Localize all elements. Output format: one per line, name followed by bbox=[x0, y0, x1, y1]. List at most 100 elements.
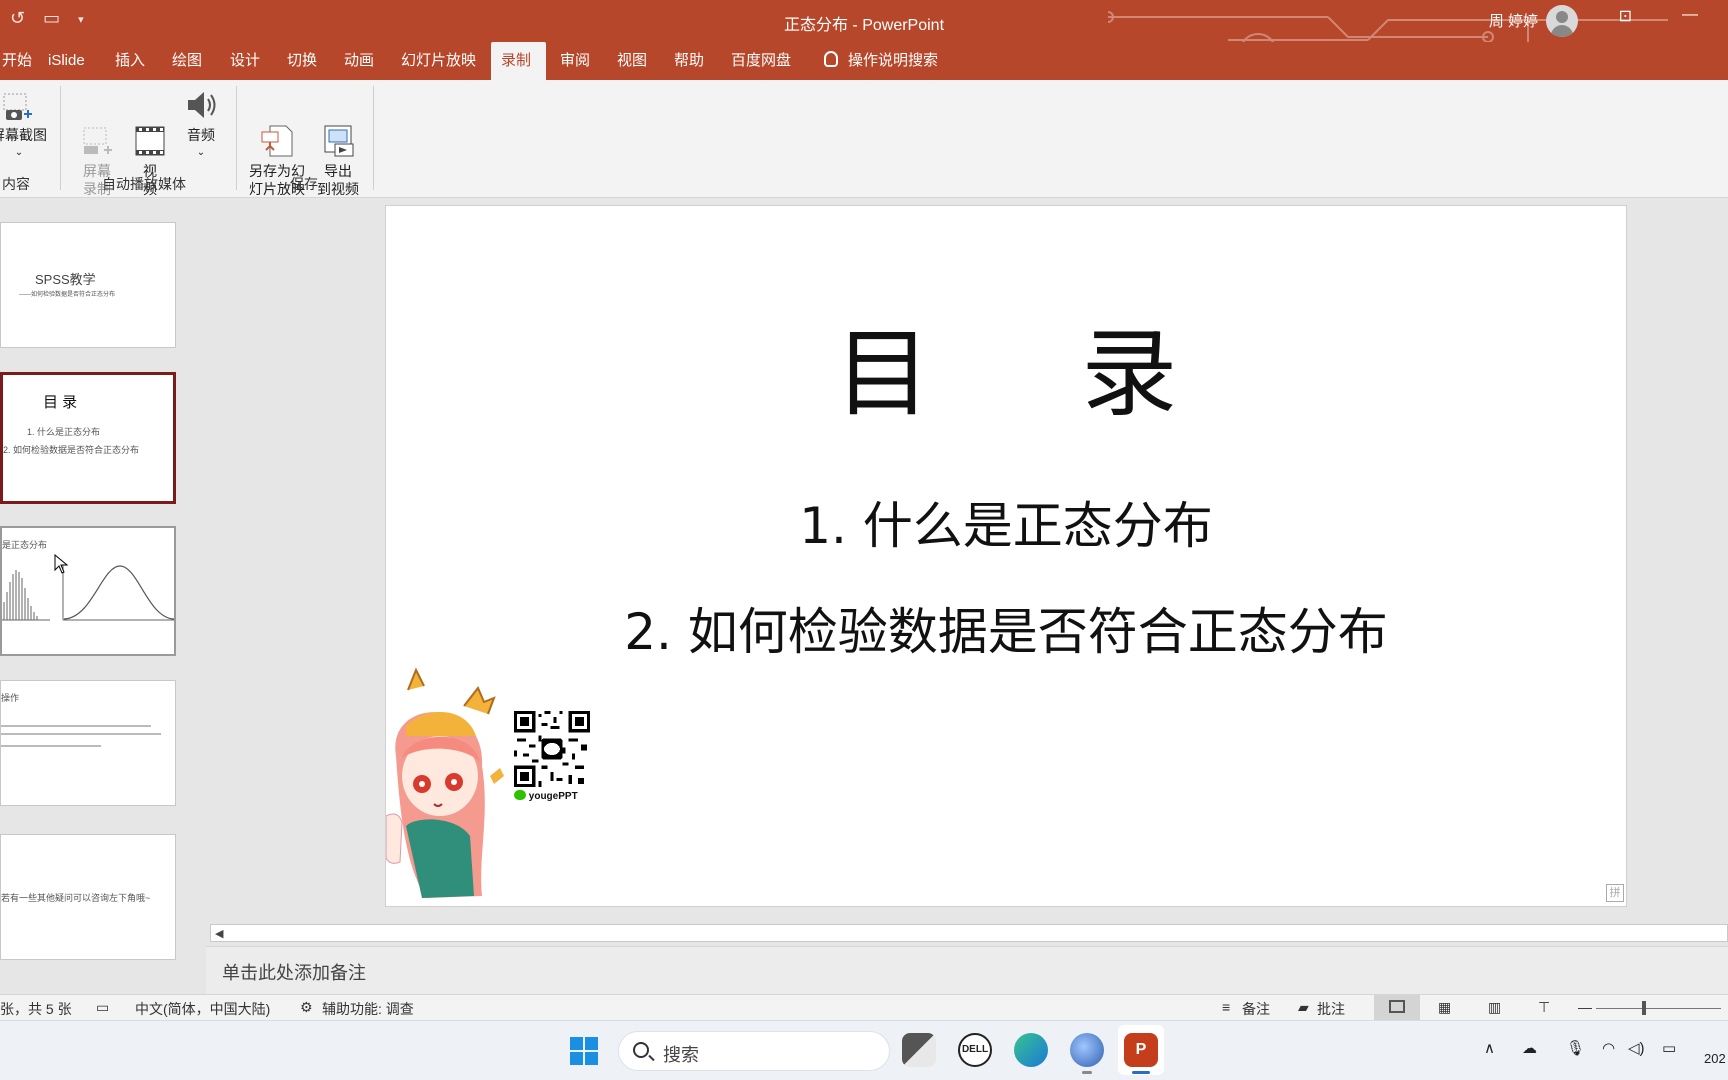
powerpoint-icon[interactable]: P bbox=[1124, 1033, 1158, 1067]
thumb-1-title: SPSS教学 bbox=[35, 272, 96, 287]
group-content-label: 内容 bbox=[2, 176, 30, 192]
tab-home[interactable]: 开始 bbox=[0, 42, 42, 80]
onedrive-cloud-icon[interactable]: ☁ bbox=[1522, 1039, 1537, 1057]
zoom-slider[interactable] bbox=[1596, 1008, 1721, 1009]
slideshow-view-icon[interactable]: ⊤ bbox=[1538, 999, 1550, 1016]
scroll-left-icon[interactable]: ◀ bbox=[215, 927, 223, 940]
thumb-2-title: 目 录 bbox=[43, 394, 78, 411]
slide-thumbnail-2[interactable]: 目 录 1. 什么是正态分布 2. 如何检验数据是否符合正态分布 bbox=[0, 372, 176, 504]
export-video-label: 导出 到视频 bbox=[317, 163, 359, 197]
volume-icon[interactable]: ◁) bbox=[1628, 1039, 1645, 1057]
taskbar-search[interactable]: 搜索 bbox=[618, 1031, 890, 1071]
battery-icon[interactable]: ▭ bbox=[1662, 1039, 1676, 1057]
screen-record-button[interactable]: 屏幕 录制 bbox=[74, 88, 120, 216]
text-line bbox=[1, 733, 161, 735]
ribbon-display-icon[interactable]: ⊡ bbox=[1619, 6, 1632, 26]
screenshot-label: 屏幕截图 bbox=[0, 127, 47, 143]
user-name[interactable]: 周 婷婷 bbox=[1489, 10, 1538, 31]
qr-caption-text: yougePPT bbox=[528, 791, 578, 802]
avatar[interactable] bbox=[1546, 5, 1578, 37]
tab-design[interactable]: 设计 bbox=[220, 42, 270, 80]
wifi-icon[interactable]: ◠ bbox=[1602, 1039, 1615, 1057]
accessibility-status[interactable]: 辅助功能: 调查 bbox=[322, 999, 414, 1019]
notes-icon[interactable]: ≡ bbox=[1222, 999, 1230, 1015]
text-line bbox=[1, 725, 151, 727]
horizontal-scrollbar[interactable]: ◀ bbox=[210, 924, 1728, 942]
status-bar: 张，共 5 张 ▭ 中文(简体，中国大陆) ⚙ 辅助功能: 调查 ≡ 备注 ▰ … bbox=[0, 994, 1728, 1020]
cartoon-girl-illustration bbox=[386, 667, 504, 898]
group-save-label: 保存 bbox=[290, 176, 318, 192]
zoom-slider-thumb[interactable] bbox=[1642, 1001, 1646, 1015]
normal-curve-preview bbox=[2, 564, 174, 621]
tab-insert[interactable]: 插入 bbox=[105, 42, 155, 80]
video-button[interactable]: 视 频 bbox=[130, 88, 170, 216]
camera-icon bbox=[2, 88, 36, 122]
comment-icon[interactable]: ▰ bbox=[1298, 999, 1309, 1016]
text-line bbox=[1, 745, 101, 747]
tab-review[interactable]: 审阅 bbox=[550, 42, 600, 80]
reading-view-icon[interactable]: ▥ bbox=[1488, 999, 1501, 1016]
edge-browser-icon[interactable] bbox=[1014, 1033, 1048, 1067]
windows-start-icon[interactable] bbox=[570, 1037, 598, 1065]
ribbon: 屏幕截图 ⌄ 内容 屏幕 录制 视 频 音频 ⌄ 自动播放媒体 另存为幻 灯片放… bbox=[0, 80, 1728, 198]
export-video-button[interactable]: 导出 到视频 bbox=[314, 88, 362, 216]
slide-thumbnail-5[interactable]: 若有一些其他疑问可以咨询左下角哦~ bbox=[0, 834, 176, 960]
spellcheck-icon[interactable]: ▭ bbox=[96, 999, 109, 1016]
slide-sorter-icon[interactable]: ▦ bbox=[1438, 999, 1451, 1016]
chevron-down-icon: ⌄ bbox=[14, 147, 24, 158]
task-view-icon[interactable] bbox=[902, 1033, 936, 1067]
slide-thumbnail-pane: SPSS教学 ——如何检验数据是否符合正态分布 目 录 1. 什么是正态分布 2… bbox=[0, 198, 206, 994]
tab-record[interactable]: 录制 bbox=[491, 42, 546, 80]
minimize-icon[interactable]: — bbox=[1682, 6, 1698, 24]
speaker-icon bbox=[184, 88, 218, 122]
accessibility-icon[interactable]: ⚙ bbox=[300, 999, 313, 1016]
microphone-icon[interactable]: 🎙 bbox=[1566, 1039, 1585, 1057]
notes-toggle[interactable]: 备注 bbox=[1242, 999, 1270, 1019]
screenshot-button[interactable]: 屏幕截图 ⌄ bbox=[0, 88, 52, 162]
normal-view-button[interactable] bbox=[1374, 995, 1420, 1020]
slide-thumbnail-3[interactable]: 是正态分布 bbox=[0, 526, 176, 656]
taskbar-clock[interactable]: 202 bbox=[1704, 1051, 1726, 1066]
tab-view[interactable]: 视图 bbox=[607, 42, 657, 80]
notes-pane[interactable]: 单击此处添加备注 bbox=[206, 946, 1728, 994]
thumb-2-item-1: 1. 什么是正态分布 bbox=[27, 427, 101, 437]
tray-chevron-up-icon[interactable]: ∧ bbox=[1484, 1039, 1495, 1057]
slide-title[interactable]: 目 录 bbox=[386, 296, 1626, 435]
slide-thumbnail-4[interactable]: 操作 bbox=[0, 680, 176, 806]
current-slide[interactable]: 目 录 1. 什么是正态分布 2. 如何检验数据是否符合正态分布 yougePP… bbox=[386, 206, 1626, 906]
taskbar-search-placeholder: 搜索 bbox=[663, 1045, 699, 1065]
save-as-show-button[interactable]: 另存为幻 灯片放映 bbox=[244, 88, 310, 216]
slide-item-1[interactable]: 1. 什么是正态分布 bbox=[386, 486, 1626, 558]
tell-me-search[interactable]: 操作说明搜索 bbox=[814, 42, 948, 80]
zoom-out-icon[interactable]: — bbox=[1578, 999, 1592, 1015]
lightbulb-icon bbox=[824, 51, 838, 67]
tab-slideshow[interactable]: 幻灯片放映 bbox=[391, 42, 486, 80]
comments-toggle[interactable]: 批注 bbox=[1317, 999, 1345, 1019]
mouse-cursor-icon bbox=[54, 554, 68, 574]
qr-caption: yougePPT bbox=[514, 790, 578, 802]
document-title: 正态分布 - PowerPoint bbox=[783, 17, 945, 34]
tab-baidu-netdisk[interactable]: 百度网盘 bbox=[721, 42, 801, 80]
normal-view-icon bbox=[1389, 1000, 1405, 1013]
save-as-show-icon bbox=[260, 106, 294, 157]
group-media-label: 自动播放媒体 bbox=[102, 176, 186, 192]
tab-animations[interactable]: 动画 bbox=[334, 42, 384, 80]
ime-pinyin-icon[interactable]: 拼 bbox=[1606, 884, 1624, 902]
ime-toolbar[interactable]: 拼 bbox=[1606, 883, 1728, 905]
tab-draw[interactable]: 绘图 bbox=[162, 42, 212, 80]
tab-transitions[interactable]: 切换 bbox=[277, 42, 327, 80]
group-separator bbox=[60, 86, 61, 190]
tab-islide[interactable]: iSlide bbox=[38, 42, 95, 80]
dell-icon[interactable]: DELL bbox=[958, 1033, 992, 1067]
slide-item-2[interactable]: 2. 如何检验数据是否符合正态分布 bbox=[386, 592, 1626, 664]
qr-code-image bbox=[514, 711, 590, 787]
audio-button[interactable]: 音频 ⌄ bbox=[180, 88, 222, 162]
tab-help[interactable]: 帮助 bbox=[664, 42, 714, 80]
slide-thumbnail-1[interactable]: SPSS教学 ——如何检验数据是否符合正态分布 bbox=[0, 222, 176, 348]
windows-taskbar: 搜索 DELL P ∧ ☁ 🎙 ◠ ◁) ▭ 202 bbox=[0, 1020, 1728, 1080]
language-indicator[interactable]: 中文(简体，中国大陆) bbox=[135, 999, 270, 1019]
title-bar: ↺ ▭ ▾ 正态分布 - PowerPoint 周 婷婷 ⊡ — bbox=[0, 0, 1728, 71]
notes-placeholder: 单击此处添加备注 bbox=[222, 963, 366, 983]
thumb-2-item-2: 2. 如何检验数据是否符合正态分布 bbox=[3, 445, 140, 455]
spss-app-icon[interactable] bbox=[1070, 1033, 1104, 1067]
